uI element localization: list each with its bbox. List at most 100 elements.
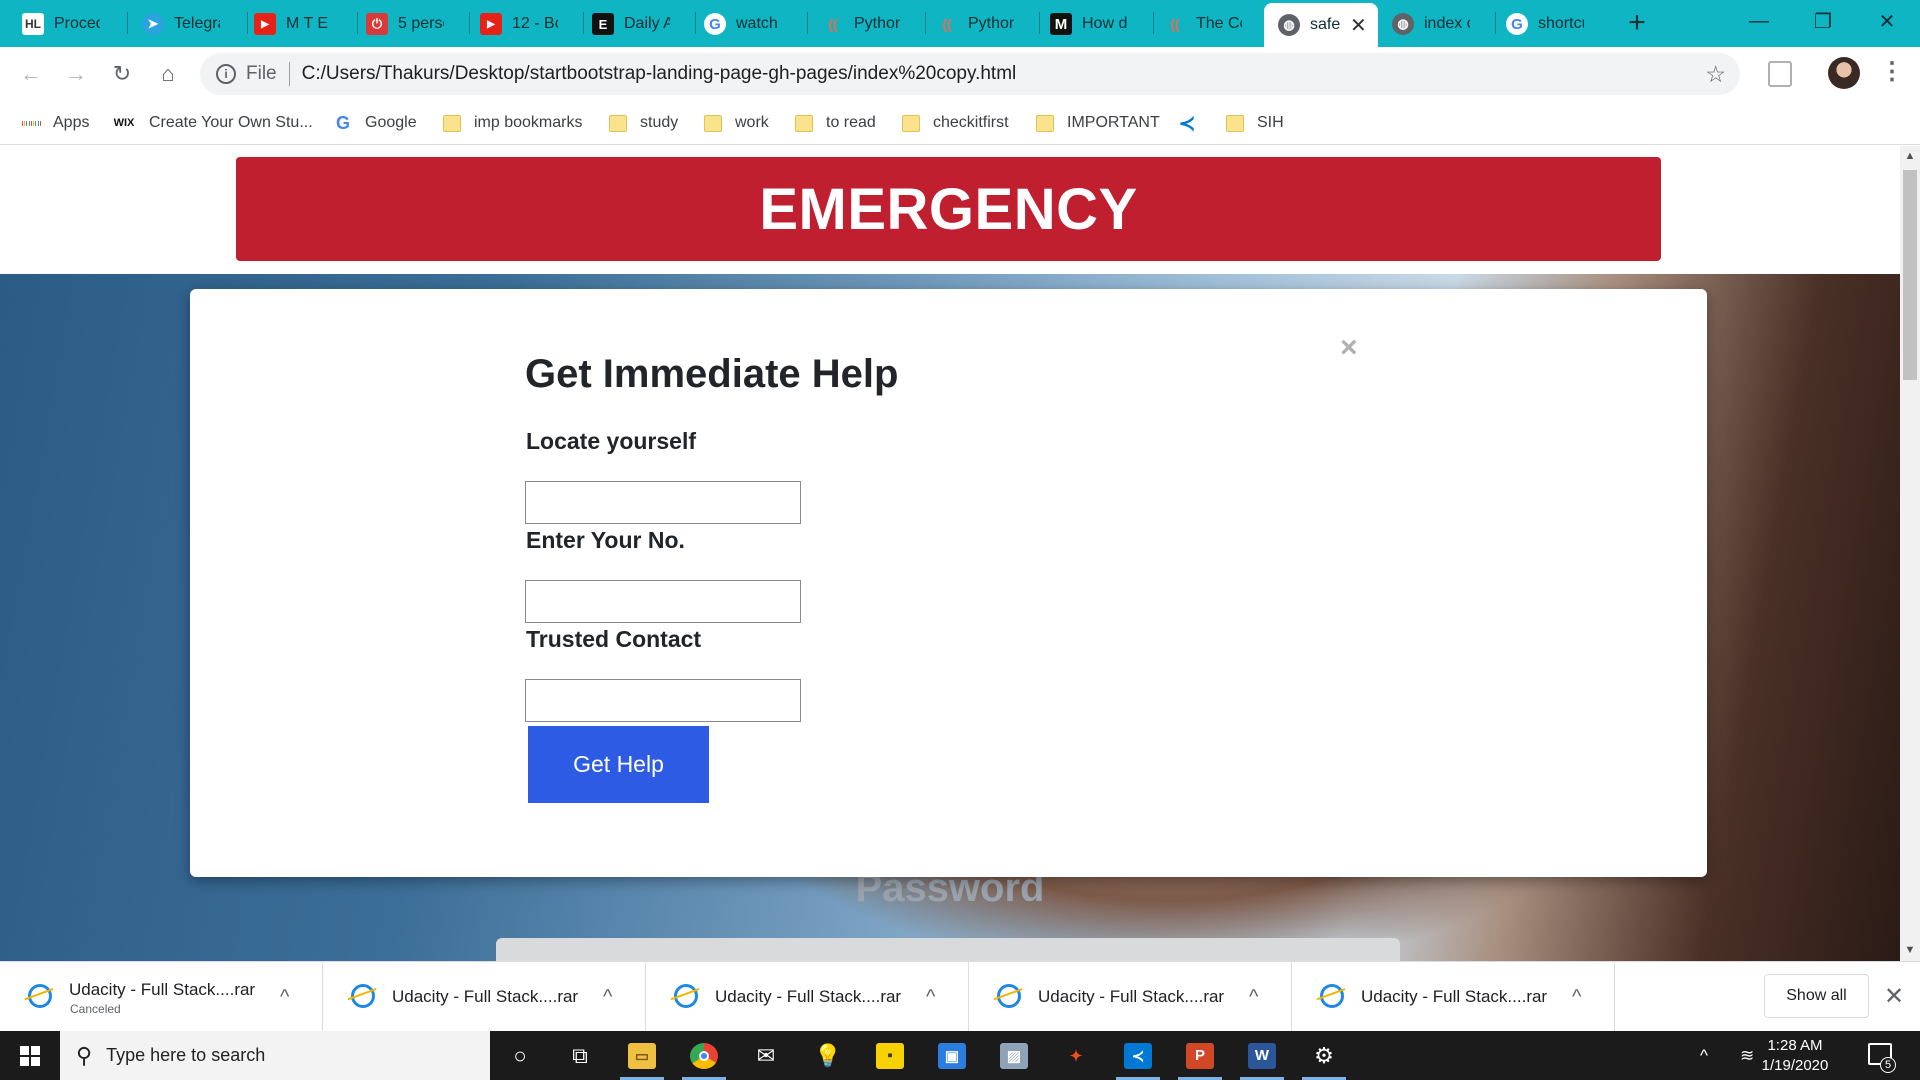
- ie-file-icon: [1320, 984, 1344, 1008]
- minimize-button[interactable]: —: [1726, 0, 1792, 42]
- emergency-banner[interactable]: EMERGENCY: [236, 157, 1661, 261]
- bookmark-important[interactable]: IMPORTANT: [1036, 111, 1160, 135]
- new-tab-button[interactable]: +: [1620, 6, 1654, 40]
- powerpoint-icon[interactable]: P: [1170, 1031, 1230, 1080]
- tab-procedure[interactable]: HL Procedu: [8, 4, 126, 44]
- download-item[interactable]: Udacity - Full Stack....rar ^: [646, 962, 969, 1032]
- forward-icon[interactable]: →: [57, 55, 95, 93]
- sticky-notes-icon[interactable]: ▪: [860, 1031, 920, 1080]
- tab-title: M T E C: [286, 15, 332, 32]
- tab-python-2[interactable]: (( Python: [922, 4, 1040, 44]
- tab-mtec[interactable]: ▶ M T E C: [240, 4, 358, 44]
- bookmark-vscode[interactable]: ≺: [1178, 111, 1209, 135]
- tab-shortcut[interactable]: G shortcut: [1492, 4, 1610, 44]
- back-icon[interactable]: ←: [12, 55, 50, 93]
- mail-icon[interactable]: ✉: [736, 1031, 796, 1080]
- file-explorer-icon[interactable]: ▭: [612, 1031, 672, 1080]
- modal-title: Get Immediate Help: [525, 352, 899, 396]
- extension-icon[interactable]: [1768, 61, 1792, 87]
- youtube-icon: ▶: [480, 13, 502, 35]
- chevron-up-icon[interactable]: ^: [1572, 986, 1581, 1009]
- bookmark-label: Google: [365, 114, 417, 131]
- clock[interactable]: 1:28 AM 1/19/2020: [1750, 1036, 1840, 1076]
- google-icon: G: [704, 13, 726, 35]
- info-icon[interactable]: i: [216, 64, 236, 84]
- tab-how-do[interactable]: M How do: [1036, 4, 1154, 44]
- bookmark-study[interactable]: study: [609, 111, 678, 135]
- scroll-up-icon[interactable]: ▲: [1904, 150, 1916, 162]
- tab-the-cor[interactable]: (( The Cor: [1150, 4, 1268, 44]
- close-tab-icon[interactable]: ✕: [1350, 13, 1367, 38]
- figma-icon[interactable]: ✦: [1046, 1031, 1106, 1080]
- bookmark-imp-bookmarks[interactable]: imp bookmarks: [443, 111, 582, 135]
- page-scrollbar[interactable]: ▲ ▼: [1900, 146, 1920, 961]
- bookmark-google[interactable]: G Google: [334, 111, 417, 135]
- home-icon[interactable]: ⌂: [149, 55, 187, 93]
- bookmark-star-icon[interactable]: ☆: [1705, 61, 1726, 88]
- taskbar-search[interactable]: ⚲ Type here to search: [60, 1031, 490, 1080]
- divider: [288, 62, 290, 86]
- password-field[interactable]: [496, 938, 1400, 961]
- url-scheme: File: [246, 63, 277, 84]
- photos-icon[interactable]: ▨: [984, 1031, 1044, 1080]
- chevron-up-icon[interactable]: ^: [280, 986, 289, 1009]
- download-name: Udacity - Full Stack....rar: [1038, 987, 1225, 1006]
- tray-expand-icon[interactable]: ^: [1700, 1031, 1708, 1080]
- download-item[interactable]: Udacity - Full Stack....rar Canceled ^: [0, 962, 323, 1032]
- trusted-contact-input[interactable]: [525, 679, 801, 722]
- ie-file-icon: [997, 984, 1021, 1008]
- download-item[interactable]: Udacity - Full Stack....rar ^: [323, 962, 646, 1032]
- toolbar: ← → ↻ ⌂ i File C:/Users/Thakurs/Desktop/…: [0, 47, 1920, 101]
- profile-avatar[interactable]: [1828, 57, 1860, 89]
- get-help-button[interactable]: Get Help: [528, 726, 709, 803]
- word-icon[interactable]: W: [1232, 1031, 1292, 1080]
- google-icon: G: [335, 112, 350, 133]
- bookmark-wix[interactable]: WIX Create Your Own Stu...: [112, 111, 313, 135]
- show-all-button[interactable]: Show all: [1764, 974, 1869, 1018]
- close-shelf-icon[interactable]: ✕: [1884, 982, 1904, 1011]
- python-icon: ((: [1170, 16, 1180, 32]
- reload-icon[interactable]: ↻: [103, 55, 141, 93]
- download-name: Udacity - Full Stack....rar: [69, 980, 256, 999]
- download-item[interactable]: Udacity - Full Stack....rar ^: [1292, 962, 1615, 1032]
- chevron-up-icon[interactable]: ^: [926, 986, 935, 1009]
- scroll-thumb[interactable]: [1903, 170, 1917, 380]
- vscode-icon[interactable]: ≺: [1108, 1031, 1168, 1080]
- tips-icon[interactable]: 💡: [798, 1031, 858, 1080]
- menu-icon[interactable]: ⋮: [1880, 57, 1904, 86]
- chevron-up-icon[interactable]: ^: [1249, 986, 1258, 1009]
- chrome-icon[interactable]: [674, 1031, 734, 1080]
- ie-file-icon: [28, 984, 52, 1008]
- bookmark-work[interactable]: work: [704, 111, 769, 135]
- window-close-button[interactable]: ✕: [1854, 0, 1920, 42]
- bookmark-apps[interactable]: Apps: [22, 111, 89, 135]
- wix-icon: WIX: [113, 117, 135, 129]
- settings-icon[interactable]: ⚙: [1294, 1031, 1354, 1080]
- tab-telegram[interactable]: ➤ Telegrar: [128, 4, 246, 44]
- bookmark-to-read[interactable]: to read: [795, 111, 876, 135]
- tab-watch[interactable]: G watch o: [690, 4, 808, 44]
- search-icon: ⚲: [76, 1042, 93, 1068]
- bookmark-label: checkitfirst: [933, 114, 1009, 131]
- tab-5-person[interactable]: ⏻ 5 persor: [352, 4, 470, 44]
- tab-python-1[interactable]: (( Python: [808, 4, 926, 44]
- download-item[interactable]: Udacity - Full Stack....rar ^: [969, 962, 1292, 1032]
- close-icon[interactable]: ×: [1340, 333, 1358, 363]
- bookmark-checkitfirst[interactable]: checkitfirst: [902, 111, 1009, 135]
- chevron-up-icon[interactable]: ^: [603, 986, 612, 1009]
- url-text[interactable]: C:/Users/Thakurs/Desktop/startbootstrap-…: [302, 63, 1017, 85]
- tab-12-bor[interactable]: ▶ 12 - Bor: [466, 4, 584, 44]
- scroll-down-icon[interactable]: ▼: [1904, 944, 1916, 956]
- tab-daily-ap[interactable]: E Daily Ap: [578, 4, 696, 44]
- bookmark-sih[interactable]: SIH: [1226, 111, 1284, 135]
- phone-input[interactable]: [525, 580, 801, 623]
- cortana-icon[interactable]: ○: [490, 1031, 550, 1080]
- restore-button[interactable]: ❐: [1790, 0, 1856, 42]
- tab-index[interactable]: ◍ index cc: [1378, 4, 1496, 44]
- store-icon[interactable]: ▣: [922, 1031, 982, 1080]
- address-bar[interactable]: i File C:/Users/Thakurs/Desktop/startboo…: [200, 53, 1740, 95]
- task-view-icon[interactable]: ⧉: [550, 1031, 610, 1080]
- locate-input[interactable]: [525, 481, 801, 524]
- tab-safe-active[interactable]: ◍ safe ✕: [1264, 3, 1378, 47]
- start-button[interactable]: [0, 1031, 60, 1080]
